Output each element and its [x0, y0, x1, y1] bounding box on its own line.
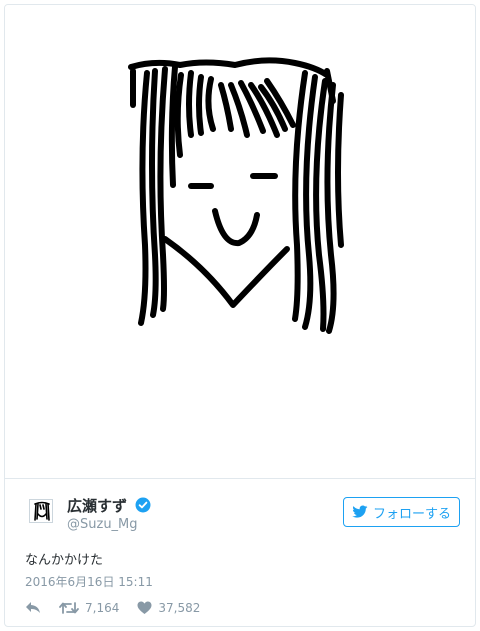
display-name[interactable]: 広瀬すず — [67, 495, 127, 516]
reply-icon — [26, 602, 40, 613]
verified-badge-icon — [135, 497, 151, 513]
heart-icon — [137, 601, 152, 614]
like-button[interactable]: 37,582 — [137, 601, 200, 615]
drawing-face-sketch — [128, 57, 344, 334]
follow-button-label: フォローする — [372, 506, 451, 522]
retweet-icon — [59, 602, 79, 614]
twitter-bird-icon — [352, 505, 368, 518]
avatar-sketch-icon — [34, 501, 50, 521]
tweet-text: なんかかけた — [25, 553, 104, 568]
tweet-card: 広瀬すず @Suzu_Mg フォローする なんかかけた 2016年6月16日 1… — [4, 4, 476, 627]
tweet-actions: 7,164 37,582 — [25, 598, 218, 618]
tweet-author: 広瀬すず @Suzu_Mg フォローする — [5, 479, 475, 539]
retweet-button[interactable]: 7,164 — [59, 601, 119, 615]
tweet-image[interactable] — [5, 5, 475, 479]
like-count: 37,582 — [158, 601, 201, 615]
tweet-timestamp[interactable]: 2016年6月16日 15:11 — [25, 573, 153, 590]
avatar[interactable] — [29, 499, 53, 523]
retweet-count: 7,164 — [85, 601, 120, 615]
follow-button[interactable]: フォローする — [343, 497, 460, 527]
screen-name[interactable]: @Suzu_Mg — [67, 517, 138, 532]
reply-button[interactable] — [25, 601, 41, 615]
